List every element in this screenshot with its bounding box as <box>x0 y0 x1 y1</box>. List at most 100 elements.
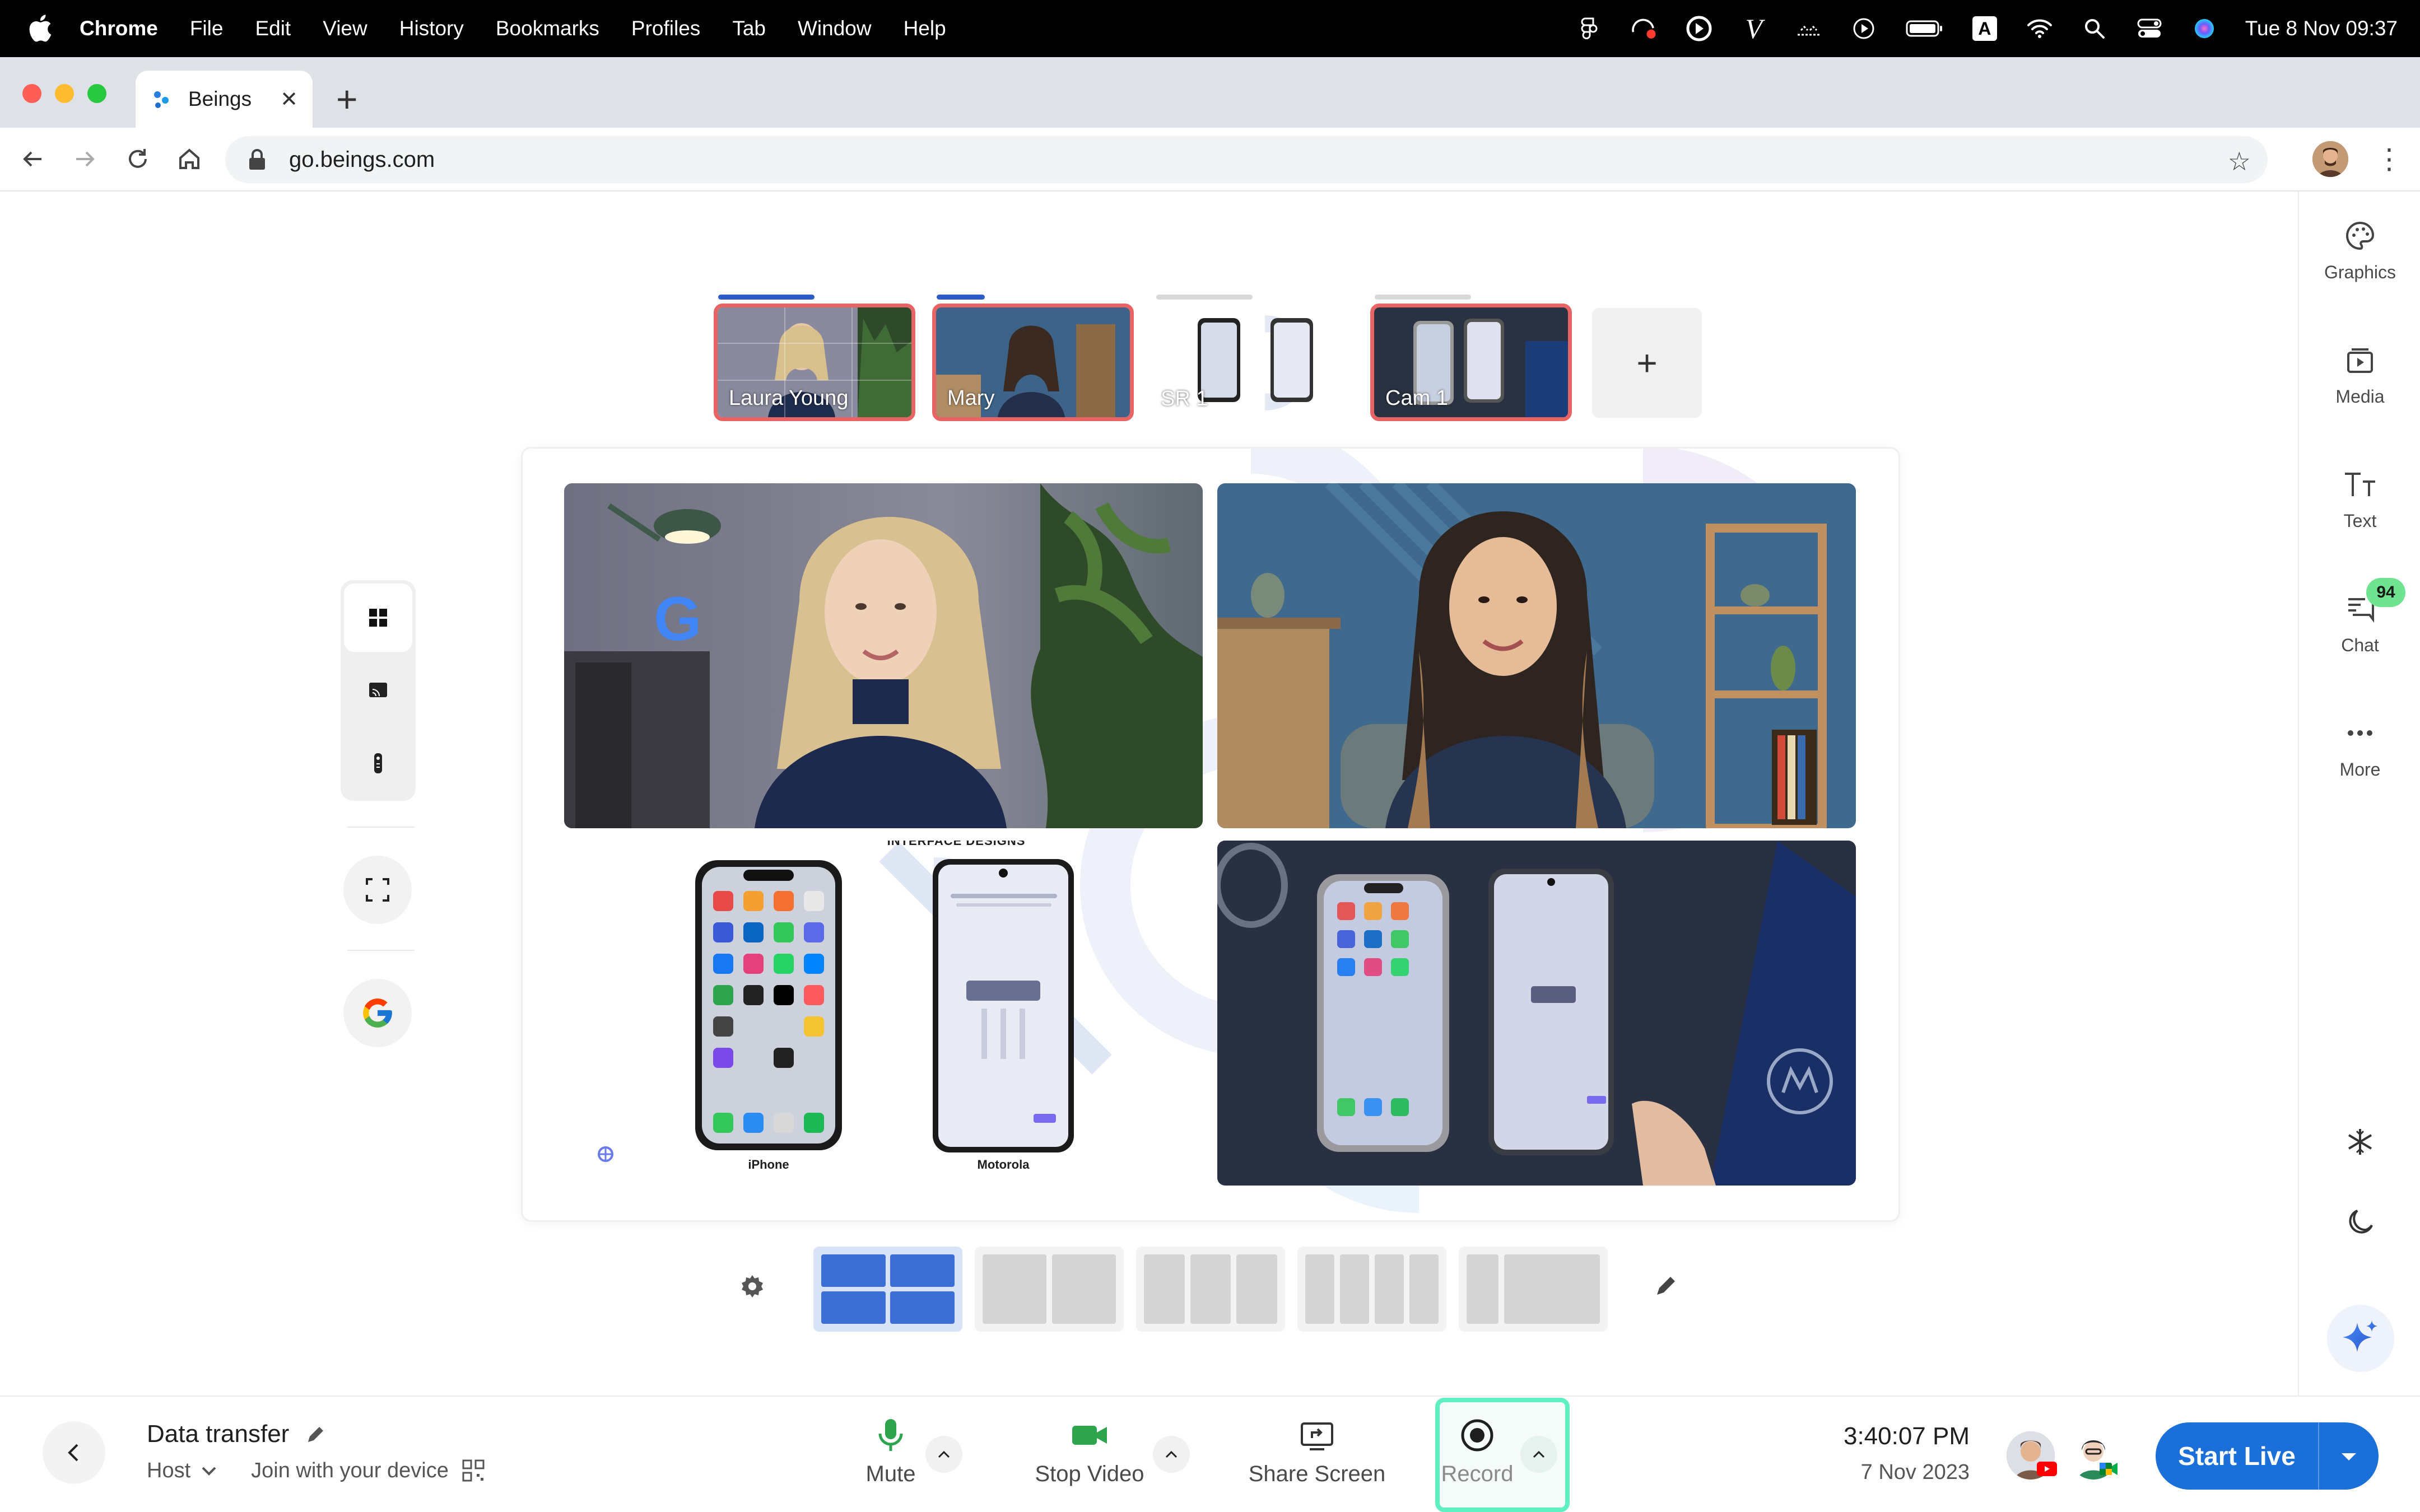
record-options-button[interactable] <box>1520 1436 1557 1473</box>
back-to-dashboard-button[interactable] <box>43 1421 105 1484</box>
siri-icon[interactable] <box>2190 15 2218 43</box>
layout-option-three-up[interactable] <box>1136 1247 1285 1332</box>
media-tool[interactable]: Media <box>2299 344 2420 407</box>
menu-file[interactable]: File <box>190 17 224 40</box>
back-button[interactable] <box>17 143 48 175</box>
source-thumb-mary[interactable]: Mary <box>932 304 1134 421</box>
media-label: Media <box>2335 386 2385 407</box>
stage-tile-laura[interactable]: G <box>564 483 1203 828</box>
qr-code-icon[interactable] <box>461 1458 486 1483</box>
graphics-label: Graphics <box>2324 262 2396 282</box>
stop-video-button[interactable]: Stop Video <box>1031 1417 1148 1487</box>
menu-tab[interactable]: Tab <box>732 17 766 40</box>
lock-icon[interactable] <box>248 148 267 171</box>
menu-edit[interactable]: Edit <box>255 17 291 40</box>
menu-app-name[interactable]: Chrome <box>80 17 158 40</box>
play-icon[interactable] <box>1850 15 1878 43</box>
browser-tab-beings[interactable]: Beings ✕ <box>136 71 313 128</box>
window-minimize-button[interactable] <box>55 84 74 103</box>
battery-icon[interactable] <box>1905 15 1944 43</box>
menu-history[interactable]: History <box>399 17 464 40</box>
start-live-button[interactable]: Start Live <box>2156 1422 2379 1490</box>
join-with-device-link[interactable]: Join with your device <box>251 1459 449 1483</box>
window-close-button[interactable] <box>22 84 41 103</box>
share-screen-label: Share Screen <box>1248 1462 1386 1486</box>
spotlight-icon[interactable] <box>2081 15 2109 43</box>
graphics-tool[interactable]: Graphics <box>2299 220 2420 283</box>
cast-view-button[interactable] <box>344 656 412 725</box>
chevron-down-icon[interactable] <box>199 1461 218 1480</box>
new-tab-button[interactable]: + <box>336 81 358 118</box>
effects-button[interactable] <box>2299 1126 2420 1168</box>
record-button[interactable]: Record <box>1441 1417 1514 1487</box>
text-tool[interactable]: Text <box>2299 468 2420 531</box>
mute-button[interactable]: Mute <box>857 1417 924 1487</box>
layout-option-two-up[interactable] <box>975 1247 1124 1332</box>
source-label: Mary <box>947 386 995 410</box>
profile-avatar[interactable] <box>2312 141 2348 177</box>
layout-option-sidebar[interactable] <box>1459 1247 1608 1332</box>
menubar-clock[interactable]: Tue 8 Nov 09:37 <box>2245 17 2398 40</box>
layout-settings-button[interactable] <box>738 1272 766 1300</box>
audio-options-button[interactable] <box>925 1436 962 1473</box>
vectorize-icon[interactable]: V <box>1740 13 1768 44</box>
screen-record-icon[interactable] <box>1630 15 1658 43</box>
vpn-icon[interactable] <box>1795 15 1823 43</box>
tab-close-icon[interactable]: ✕ <box>280 87 298 112</box>
edit-layouts-button[interactable] <box>1651 1272 1679 1300</box>
home-button[interactable] <box>174 143 205 175</box>
add-source-button[interactable]: + <box>1592 308 1702 418</box>
edit-title-icon[interactable] <box>305 1423 327 1445</box>
cam1-video-feed <box>1217 841 1856 1186</box>
layout-option-grid-2x2[interactable] <box>813 1247 962 1332</box>
figma-icon[interactable] <box>1575 15 1603 43</box>
more-tool[interactable]: More <box>2299 717 2420 780</box>
video-options-button[interactable] <box>1153 1436 1190 1473</box>
reload-button[interactable] <box>122 143 153 175</box>
ai-assistant-button[interactable] <box>2327 1305 2394 1372</box>
caret-down-icon <box>2342 1453 2356 1460</box>
menu-bookmarks[interactable]: Bookmarks <box>496 17 599 40</box>
window-zoom-button[interactable] <box>87 84 106 103</box>
chevron-left-icon <box>68 1444 78 1462</box>
menu-profiles[interactable]: Profiles <box>631 17 700 40</box>
start-live-options-button[interactable] <box>2319 1445 2379 1467</box>
fullscreen-button[interactable] <box>343 856 412 924</box>
forward-button[interactable] <box>69 143 101 175</box>
menu-view[interactable]: View <box>323 17 367 40</box>
google-meet-button[interactable] <box>343 979 412 1047</box>
text-label: Text <box>2343 511 2377 531</box>
dark-mode-toggle[interactable] <box>2299 1205 2420 1248</box>
chrome-menu-icon[interactable]: ⋮ <box>2375 141 2403 177</box>
source-thumb-sr1[interactable]: SR 1 <box>1153 307 1348 418</box>
source-label: Laura Young <box>729 386 849 410</box>
palette-icon <box>2346 221 2375 250</box>
live-stage-canvas[interactable]: G INTERFACE DESIGNS iPhone Motorola <box>521 447 1900 1222</box>
apple-icon[interactable] <box>26 12 53 44</box>
gear-icon <box>742 1275 763 1298</box>
stage-tile-cam1[interactable] <box>1217 841 1856 1186</box>
control-center-icon[interactable] <box>2135 15 2163 43</box>
menu-window[interactable]: Window <box>798 17 872 40</box>
bookmark-star-icon[interactable]: ☆ <box>2228 146 2251 176</box>
stage-tile-mary[interactable] <box>1217 483 1856 828</box>
source-thumb-cam1[interactable]: Cam 1 <box>1370 304 1572 421</box>
grid-view-button[interactable] <box>344 584 412 652</box>
remote-view-button[interactable] <box>344 729 412 797</box>
share-screen-button[interactable]: Share Screen <box>1247 1417 1387 1487</box>
stage-tile-slide[interactable]: INTERFACE DESIGNS iPhone Motorola <box>564 841 1203 1186</box>
source-thumb-laura[interactable]: Laura Young <box>714 304 915 421</box>
more-label: More <box>2339 759 2381 780</box>
input-source-icon[interactable]: A <box>1971 15 1999 43</box>
role-dropdown-label[interactable]: Host <box>147 1459 190 1483</box>
menu-help[interactable]: Help <box>904 17 946 40</box>
audio-level-bar <box>1375 295 1471 300</box>
fullscreen-icon <box>366 878 389 902</box>
source-label: Cam 1 <box>1385 386 1448 410</box>
address-bar[interactable]: go.beings.com ☆ <box>225 136 2268 183</box>
chat-tool[interactable]: 94 Chat <box>2299 578 2420 656</box>
layout-option-four-up[interactable] <box>1297 1247 1446 1332</box>
media-icon <box>2347 348 2373 373</box>
wifi-icon[interactable] <box>2026 15 2054 43</box>
moment-icon[interactable] <box>1685 15 1713 43</box>
